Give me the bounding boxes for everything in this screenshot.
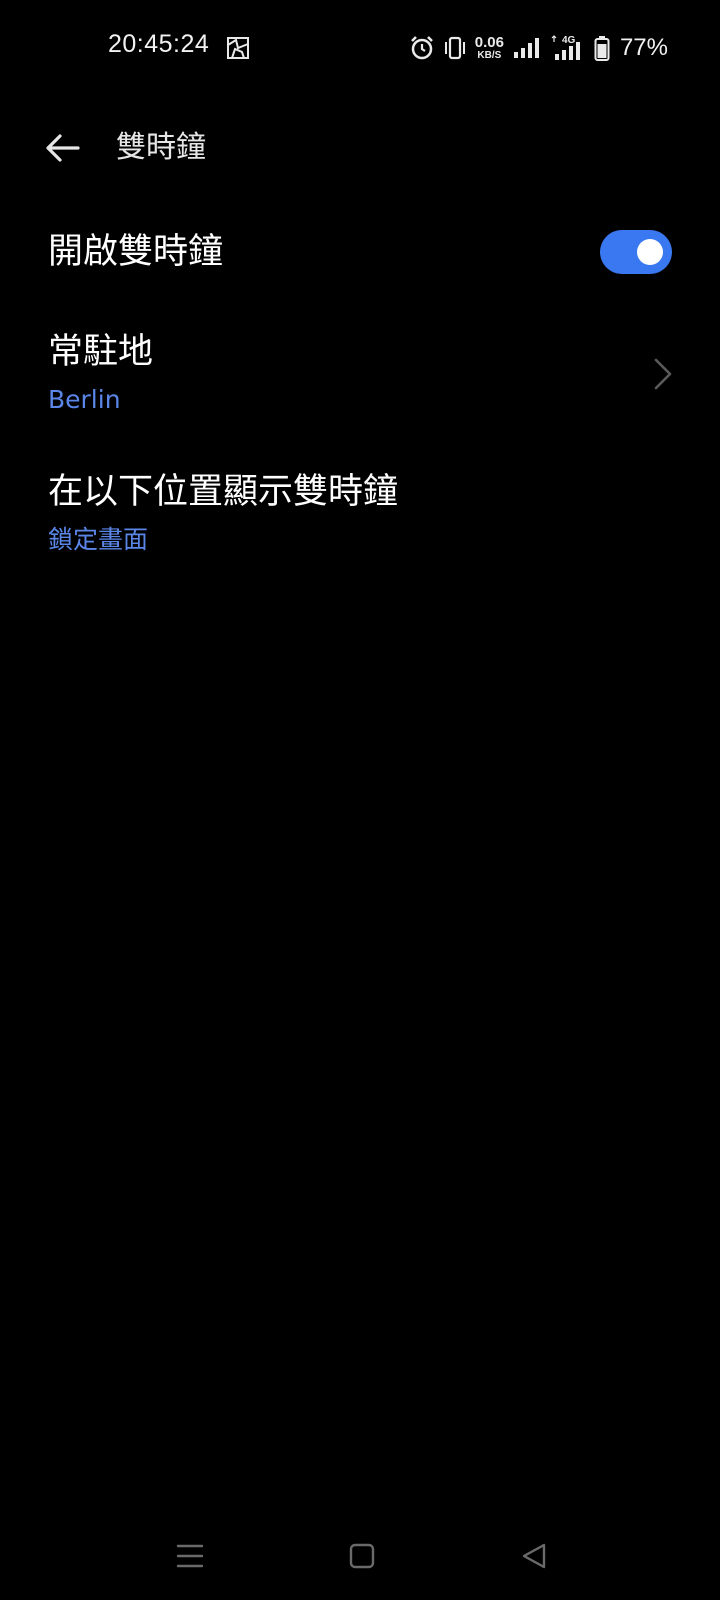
- battery-percent: 77%: [619, 34, 668, 61]
- signal-icon: [513, 38, 539, 58]
- net-speed-value: 0.06: [474, 33, 504, 51]
- home-square-icon: [349, 1543, 375, 1569]
- vibrate-icon: [444, 36, 465, 60]
- nav-back-button[interactable]: [514, 1536, 554, 1576]
- status-bar: 20:45:24 0.06 KB/S 4G 77%: [0, 0, 720, 96]
- setting-home-location[interactable]: 常駐地 Berlin: [0, 328, 720, 428]
- signal-4g-icon: 4G: [551, 35, 580, 60]
- toggle-knob: [637, 239, 663, 265]
- gallery-icon: [226, 36, 250, 60]
- network-speed: 0.06 KB/S: [475, 35, 504, 62]
- network-type: 4G: [562, 35, 576, 46]
- menu-icon: [176, 1544, 204, 1568]
- setting-title: 在以下位置顯示雙時鐘: [48, 472, 399, 512]
- nav-home-button[interactable]: [342, 1536, 382, 1576]
- navigation-bar: [0, 1520, 720, 1592]
- nav-menu-button[interactable]: [170, 1536, 210, 1576]
- status-icons: 0.06 KB/S 4G 77%: [409, 30, 668, 66]
- alarm-icon: [410, 36, 433, 60]
- battery-icon: [594, 36, 610, 61]
- net-speed-unit: KB/S: [477, 49, 502, 61]
- enable-toggle[interactable]: [600, 230, 672, 274]
- title-bar: 雙時鐘: [0, 112, 720, 184]
- setting-title: 常駐地: [48, 332, 154, 372]
- status-time: 20:45:24: [108, 30, 210, 58]
- setting-title: 開啟雙時鐘: [48, 232, 224, 272]
- setting-enable-dual-clock[interactable]: 開啟雙時鐘: [0, 220, 720, 300]
- back-button[interactable]: [40, 128, 84, 168]
- setting-value: 鎖定畫面: [48, 525, 149, 554]
- setting-value: Berlin: [48, 385, 121, 414]
- setting-display-location[interactable]: 在以下位置顯示雙時鐘 鎖定畫面: [0, 468, 720, 568]
- arrow-left-icon: [46, 134, 80, 162]
- back-triangle-icon: [522, 1543, 546, 1569]
- chevron-right-icon: [654, 358, 672, 390]
- page-title: 雙時鐘: [116, 130, 206, 165]
